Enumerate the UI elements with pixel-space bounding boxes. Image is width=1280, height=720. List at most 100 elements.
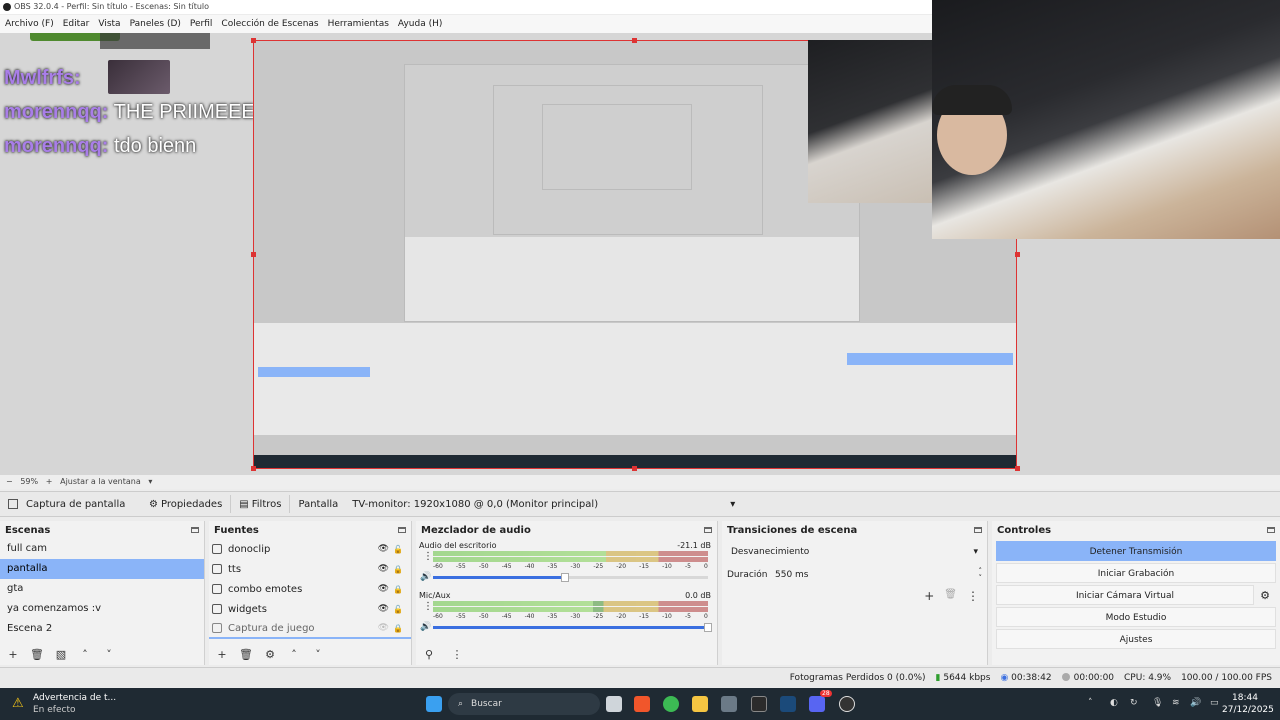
zoom-in-button[interactable]: + — [46, 477, 53, 486]
microphone-icon[interactable]: 🎙 — [1152, 698, 1163, 708]
menu-vista[interactable]: Vista — [98, 19, 120, 29]
file-explorer-icon[interactable] — [692, 696, 708, 712]
chrome-icon[interactable] — [663, 696, 679, 712]
brave-icon[interactable] — [634, 696, 650, 712]
menu-perfil[interactable]: Perfil — [190, 19, 213, 29]
kebab-menu-icon[interactable]: ⋮ — [450, 648, 464, 661]
steam-icon[interactable] — [780, 696, 796, 712]
volume-knob[interactable] — [704, 623, 712, 632]
chevron-down-icon[interactable]: ▾ — [148, 477, 152, 486]
kebab-menu-icon[interactable]: ⋮ — [423, 551, 433, 562]
undock-icon[interactable] — [974, 527, 982, 533]
settings-button[interactable]: Ajustes — [996, 629, 1276, 649]
speaker-icon[interactable]: 🔊 — [420, 622, 431, 632]
source-item[interactable]: donoclip 👁 🔓 — [209, 539, 411, 559]
start-virtual-camera-button[interactable]: Iniciar Cámara Virtual — [996, 585, 1254, 605]
trash-icon[interactable]: 🗑 — [239, 648, 253, 661]
task-view-icon[interactable] — [606, 696, 622, 712]
resize-handle[interactable] — [1015, 466, 1020, 471]
discord-icon[interactable] — [809, 696, 825, 712]
kebab-menu-icon[interactable]: ⋮ — [967, 589, 979, 603]
studio-mode-button[interactable]: Modo Estudio — [996, 607, 1276, 627]
trash-icon[interactable]: 🗑 — [944, 589, 957, 603]
gear-icon[interactable]: ⚙ — [263, 648, 277, 661]
battery-icon[interactable]: ▭ — [1210, 698, 1219, 708]
resize-handle[interactable] — [251, 466, 256, 471]
scene-item[interactable]: pantalla — [0, 559, 204, 579]
scene-filters-icon[interactable]: ▧ — [54, 648, 68, 661]
webcam-source[interactable] — [932, 0, 1280, 239]
menu-ayuda[interactable]: Ayuda (H) — [398, 19, 442, 29]
source-item[interactable]: combo emotes 👁 🔒 — [209, 579, 411, 599]
undock-icon[interactable] — [398, 527, 406, 533]
resize-handle[interactable] — [1015, 252, 1020, 257]
menu-editar[interactable]: Editar — [63, 19, 90, 29]
unlock-icon[interactable]: 🔓 — [393, 545, 403, 554]
source-item[interactable]: tts 👁 🔒 — [209, 559, 411, 579]
add-source-button[interactable]: + — [215, 648, 229, 661]
source-item[interactable]: Captura de juego 👁 🔒 — [209, 619, 411, 639]
spinner-icon[interactable]: ˄ ˅ — [979, 568, 983, 582]
menu-herramientas[interactable]: Herramientas — [328, 19, 389, 29]
source-item[interactable]: widgets 👁 🔓 — [209, 599, 411, 619]
clock-time[interactable]: 18:44 — [1232, 693, 1258, 703]
obs-icon[interactable] — [839, 696, 855, 712]
advanced-audio-icon[interactable]: ⚲ — [422, 648, 436, 661]
menu-coleccion-escenas[interactable]: Colección de Escenas — [221, 19, 318, 29]
lock-icon[interactable]: 🔒 — [393, 585, 403, 594]
speaker-icon[interactable]: 🔊 — [420, 572, 431, 582]
clock-date[interactable]: 27/12/2025 — [1222, 705, 1274, 715]
fit-window-select[interactable]: Ajustar a la ventana — [60, 477, 141, 486]
source-checkbox[interactable] — [8, 499, 18, 509]
eye-icon[interactable]: 👁 — [378, 564, 389, 574]
scene-item[interactable]: ya comenzamos :v — [0, 599, 204, 619]
unlock-icon[interactable]: 🔓 — [393, 605, 403, 614]
display-select[interactable]: TV-monitor: 1920x1080 @ 0,0 (Monitor pri… — [346, 499, 741, 510]
volume-knob[interactable] — [561, 573, 569, 582]
calculator-icon[interactable] — [721, 696, 737, 712]
gear-icon[interactable]: ⚙ — [1254, 589, 1276, 602]
resize-handle[interactable] — [251, 38, 256, 43]
trash-icon[interactable]: 🗑 — [30, 648, 44, 661]
kebab-menu-icon[interactable]: ⋮ — [423, 601, 433, 612]
chevron-down-icon[interactable]: ˅ — [311, 648, 325, 661]
volume-slider[interactable] — [433, 573, 708, 582]
taskbar-search[interactable]: ⌕ Buscar — [448, 693, 600, 715]
windows-start-icon[interactable] — [426, 696, 442, 712]
lock-icon[interactable]: 🔒 — [393, 565, 403, 574]
notification-title[interactable]: Advertencia de t... — [33, 693, 116, 703]
resize-handle[interactable] — [251, 252, 256, 257]
filters-button[interactable]: ▤ Filtros — [239, 499, 281, 510]
wifi-icon[interactable]: ≋ — [1172, 698, 1180, 708]
eye-icon[interactable]: 👁 — [378, 584, 389, 594]
properties-button[interactable]: ⚙ Propiedades — [149, 499, 222, 510]
add-scene-button[interactable]: + — [6, 648, 20, 661]
eye-icon[interactable]: 👁 — [378, 544, 389, 554]
chevron-up-icon[interactable]: ˄ — [78, 648, 92, 661]
scene-item[interactable]: gta — [0, 579, 204, 599]
undock-icon[interactable] — [1267, 527, 1275, 533]
transition-select[interactable]: Desvanecimiento ▾ — [727, 542, 982, 561]
resize-handle[interactable] — [632, 38, 637, 43]
refresh-icon[interactable]: ↻ — [1130, 698, 1138, 708]
add-transition-button[interactable]: + — [924, 589, 934, 603]
undock-icon[interactable] — [704, 527, 712, 533]
menu-archivo[interactable]: Archivo (F) — [5, 19, 54, 29]
zoom-out-button[interactable]: − — [6, 477, 13, 486]
eye-hidden-icon[interactable]: 👁 — [378, 623, 389, 633]
epic-games-icon[interactable] — [751, 696, 767, 712]
chevron-up-icon[interactable]: ˄ — [287, 648, 301, 661]
resize-handle[interactable] — [632, 466, 637, 471]
chevron-up-icon[interactable]: ˄ — [1088, 698, 1093, 708]
scene-item[interactable]: Escena 2 — [0, 619, 204, 639]
eye-icon[interactable]: 👁 — [378, 604, 389, 614]
volume-icon[interactable]: 🔊 — [1190, 698, 1201, 708]
start-recording-button[interactable]: Iniciar Grabación — [996, 563, 1276, 583]
undock-icon[interactable] — [191, 527, 199, 533]
lock-icon[interactable]: 🔒 — [393, 624, 403, 633]
volume-slider[interactable] — [433, 623, 712, 632]
menu-paneles[interactable]: Paneles (D) — [130, 19, 181, 29]
stop-streaming-button[interactable]: Detener Transmisión — [996, 541, 1276, 561]
network-icon[interactable]: ◐ — [1110, 698, 1118, 708]
chevron-down-icon[interactable]: ˅ — [102, 648, 116, 661]
